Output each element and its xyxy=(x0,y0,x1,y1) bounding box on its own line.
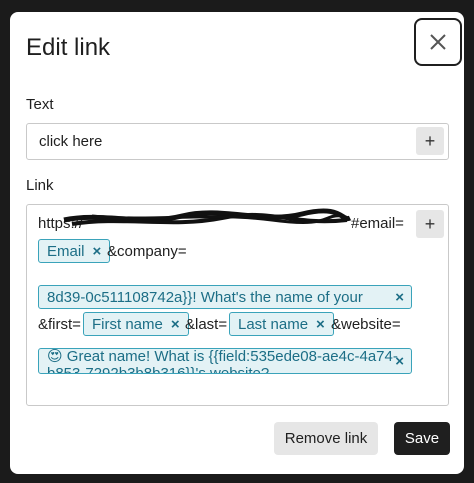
remove-link-button[interactable]: Remove link xyxy=(274,422,378,455)
chip-label: First name xyxy=(92,315,163,333)
chip-remove-icon[interactable]: × xyxy=(395,353,404,370)
close-button[interactable] xyxy=(414,18,462,66)
dialog-title: Edit link xyxy=(26,34,111,61)
chip-remove-icon[interactable]: × xyxy=(316,316,325,333)
variable-chip-first-name[interactable]: First name × xyxy=(83,312,189,336)
last-param-text: &last= xyxy=(185,316,228,333)
variable-chip-website-question[interactable]: 😍 Great name! What is {{field:535ede08-a… xyxy=(38,348,412,374)
save-button[interactable]: Save xyxy=(394,422,450,455)
company-param-text: &company= xyxy=(107,243,187,260)
website-param-text: &website= xyxy=(331,316,401,333)
variable-chip-email[interactable]: Email × xyxy=(38,239,111,263)
variable-chip-question[interactable]: 8d39-0c511108742a}}! What's the name of … xyxy=(38,285,412,309)
redaction-scribble xyxy=(63,208,352,226)
url-email-param-text: #email= xyxy=(351,215,404,232)
chip-label: 8d39-0c511108742a}}! What's the name of … xyxy=(47,288,363,306)
link-add-variable-button[interactable]: + xyxy=(416,210,444,238)
close-icon xyxy=(430,34,446,50)
chip-remove-icon[interactable]: × xyxy=(171,316,180,333)
chip-label: Last name xyxy=(238,315,309,333)
chip-remove-icon[interactable]: × xyxy=(395,289,404,306)
first-param-text: &first= xyxy=(38,316,81,333)
edit-link-dialog: Edit link Text click here + Link https:/… xyxy=(10,12,464,474)
text-input-value: click here xyxy=(39,133,103,150)
variable-chip-last-name[interactable]: Last name × xyxy=(229,312,334,336)
link-label: Link xyxy=(26,177,54,194)
text-add-variable-button[interactable]: + xyxy=(416,127,444,155)
link-input[interactable]: https:// #email= + Email × &company= 8d3… xyxy=(26,204,449,406)
text-label: Text xyxy=(26,96,54,113)
chip-label: Email xyxy=(47,242,85,260)
chip-remove-icon[interactable]: × xyxy=(93,243,102,260)
text-input[interactable]: click here + xyxy=(26,123,449,160)
chip-label: 😍 Great name! What is {{field:535ede08-a… xyxy=(47,348,398,374)
